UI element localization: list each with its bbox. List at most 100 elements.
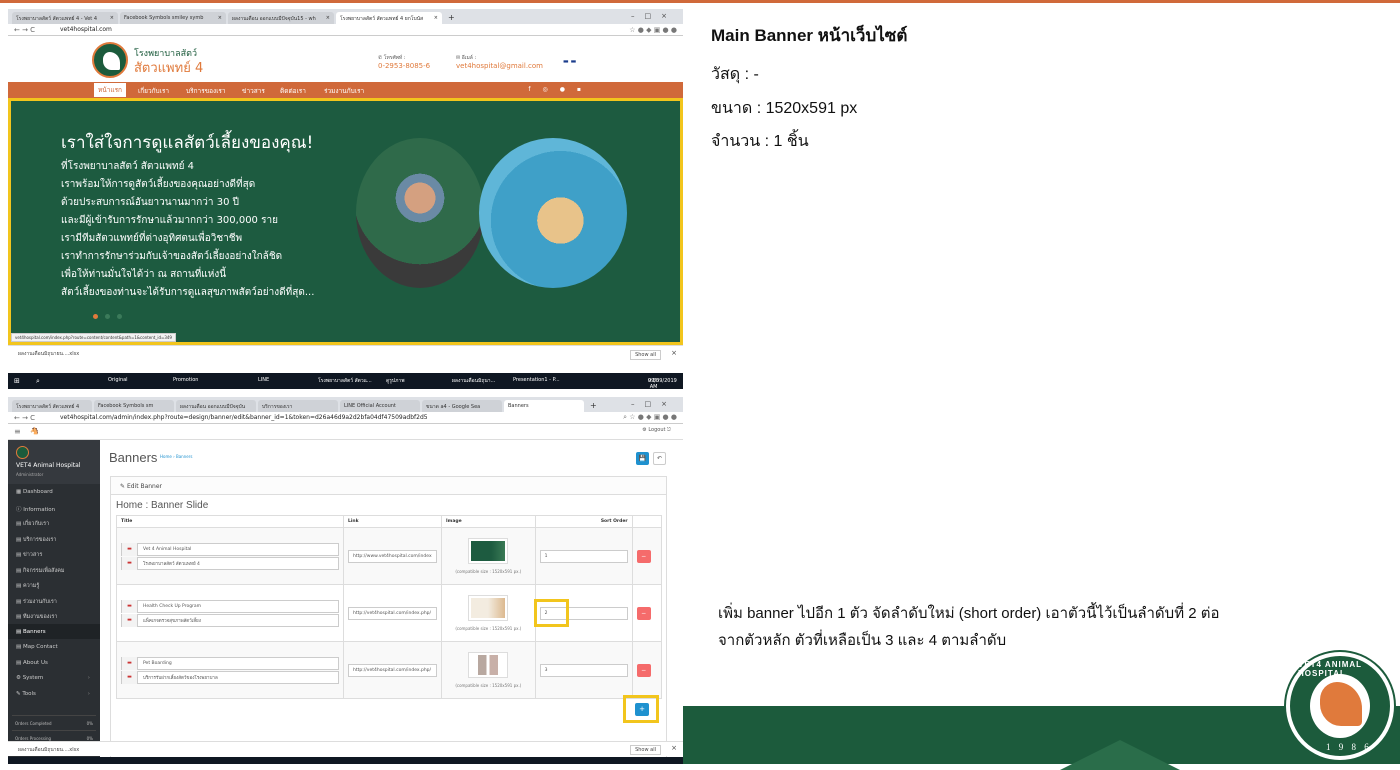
sidebar-item[interactable]: ▤ Banners [8,623,100,639]
taskbar-item[interactable]: โรงพยาบาลสัตว์ สัตวแ... [318,377,372,385]
new-tab-icon[interactable]: + [444,13,459,24]
nav-services[interactable]: บริการของเรา [186,86,226,96]
breadcrumb[interactable]: Home › Banners [160,454,192,459]
browser-tab[interactable]: โรงพยาบาลสัตว์ สัตวแพทย์ 4 [12,400,92,412]
sidebar-item-label: ร่วมงานกับเรา [22,598,57,605]
remove-button[interactable]: − [636,606,651,620]
remove-button[interactable]: − [636,663,651,677]
social-icons[interactable]: f◎●▪ [528,86,593,93]
taskbar-item[interactable]: Presentation1 - P... [513,377,560,383]
vet4-logo: VET4 ANIMAL HOSPITAL 1 9 8 6 [1286,652,1394,760]
nav-news[interactable]: ข่าวสาร [242,86,265,96]
carousel-dot[interactable] [105,314,110,319]
language-flags[interactable]: ▬ ▬ [563,58,576,65]
nav-careers[interactable]: ร่วมงานกับเรา [324,86,364,96]
banner-thumbnail[interactable] [468,538,509,564]
browser-tab[interactable]: LINE Official Account [340,400,420,412]
back-button[interactable]: ↶ [653,452,666,465]
banner-table: Title Link Image Sort Order ▬ Vet 4 Anima… [116,515,663,699]
windows-start-icon[interactable]: ⊞ [14,377,20,385]
sidebar-item[interactable]: ▤ บริการของเรา [8,531,100,547]
sidebar-item[interactable]: ▦ Dashboard [8,484,100,500]
close-icon[interactable]: × [671,349,677,357]
address-bar: ← → C vet4hospital.com/admin/index.php?r… [8,412,683,424]
browser-tab[interactable]: Facebook Symbols sm [94,400,174,412]
taskbar-item[interactable]: Promotion [173,377,198,383]
taskbar-item[interactable]: ผลงานเดือนมิถุนา... [452,377,495,385]
link-input[interactable]: http://www.vet4hospital.com/index [348,549,437,563]
new-tab-icon[interactable]: + [586,401,601,412]
title-en-input[interactable]: ▬ Health Check Up Program [121,599,339,613]
sidebar-item[interactable]: ▤ ความรู้ [8,577,100,593]
nav-arrows-icon[interactable]: ← → C [14,26,60,34]
browser-tab[interactable]: บริการของเรา [258,400,338,412]
url-field[interactable]: vet4hospital.com/admin/index.php?route=d… [60,414,623,421]
site-logo[interactable] [92,42,128,78]
sidebar-item[interactable]: ✎ Tools › [8,686,100,702]
nav-arrows-icon[interactable]: ← → C [14,414,60,422]
sort-order-input[interactable]: 1 [539,549,628,563]
sidebar-icon: ▤ [16,552,22,558]
title-th-input[interactable]: ▬ โรงพยาบาลสัตว์ สัตวแพทย์ 4 [121,556,339,570]
download-file[interactable]: ผลงานเดือนมิถุนายน....xlsx [18,746,79,754]
sidebar-item[interactable]: ⓘ Information [8,500,100,516]
show-all-button[interactable]: Show all [630,745,661,755]
flag-th-icon: ▬ [122,613,138,627]
browser-tab[interactable]: ขนาด a4 - Google Sea [422,400,502,412]
remove-button[interactable]: − [636,549,651,563]
browser-tab[interactable]: โรงพยาบาลสัตว์ สัตวแพทย์ 4 - Vet 4 × [12,12,118,24]
sidebar-item[interactable]: ▤ Map Contact [8,639,100,655]
link-cell: http://vet4hospital.com/index.php/ [343,584,442,642]
taskbar-item[interactable]: LINE [258,377,269,383]
sidebar-item[interactable]: ▤ ร่วมงานกับเรา [8,593,100,609]
title-en-input[interactable]: ▬ Vet 4 Animal Hospital [121,542,339,556]
url-field[interactable]: vet4hospital.com [60,26,629,33]
sidebar-item[interactable]: ▤ ทีมงานของเรา [8,608,100,624]
sort-order-input[interactable]: 3 [539,663,628,677]
save-button[interactable]: 💾 [636,452,649,465]
extension-icons[interactable]: ⌕ ☆ ● ◆ ▣ ● ● [623,413,677,422]
browser-tab-active[interactable]: Banners [504,400,584,412]
carousel-dots[interactable] [93,312,129,321]
address-bar: ← → C vet4hospital.com ☆ ● ◆ ▣ ● ● [8,24,683,36]
download-file[interactable]: ผลงานเดือนมิถุนายน....xlsx [18,350,79,358]
nav-about[interactable]: เกี่ยวกับเรา [138,86,169,96]
taskbar-item[interactable]: ดูรูปภาพ [386,377,405,385]
sidebar-item[interactable]: ▤ เกี่ยวกับเรา [8,515,100,531]
phone-number[interactable]: 0-2953-8085-6 [378,62,430,70]
menu-icon[interactable]: ≡ [14,427,21,436]
add-banner-button[interactable]: + [635,703,649,716]
avatar[interactable] [16,446,29,459]
link-input[interactable]: http://vet4hospital.com/index.php/ [348,663,437,677]
browser-tab[interactable]: ผลงานเดือน ออกแบบมีปัจจุบัน [176,400,256,412]
sidebar-item[interactable]: ▤ ข่าวสาร [8,546,100,562]
sidebar-item[interactable]: ▤ กิจกรรมเพื่อสังคม [8,562,100,578]
email-address[interactable]: vet4hospital@gmail.com [456,62,543,70]
browser-tab-active[interactable]: โรงพยาบาลสัตว์ สัตวแพทย์ 4 ยกโบนัส × [336,12,442,24]
browser-tab[interactable]: ผลงานเดือน ออกแบบมีปัจจุบัน15 - wh × [228,12,334,24]
nav-home[interactable]: หน้าแรก [94,83,126,97]
carousel-dot[interactable] [93,314,98,319]
title-en-input[interactable]: ▬ Pet Boarding [121,656,339,670]
window-controls[interactable]: –□× [631,12,677,20]
taskbar-item[interactable]: Original [108,377,128,383]
logout-link[interactable]: ⚙ Logout ⎋ [642,427,671,433]
nav-contact[interactable]: ติดต่อเรา [280,86,306,96]
link-input[interactable]: http://vet4hospital.com/index.php/ [348,606,437,620]
banner-thumbnail[interactable] [468,595,509,621]
sidebar-icon: ▤ [16,567,22,574]
search-icon[interactable]: ⌕ [36,377,40,386]
sidebar-item[interactable]: ▤ About Us [8,655,100,671]
banner-thumbnail[interactable] [468,652,509,678]
close-icon[interactable]: × [671,744,677,752]
sidebar-item[interactable]: ⚙ System › [8,670,100,686]
title-th-input[interactable]: ▬ แพ็คเกจตรวจสุขภาพสัตว์เลี้ยง [121,613,339,627]
title-th-input[interactable]: ▬ บริการรับฝากเลี้ยงสัตว์ของโรงพยาบาล [121,670,339,684]
browser-tab[interactable]: Facebook Symbols smiley symb × [120,12,226,24]
show-all-button[interactable]: Show all [630,350,661,360]
window-controls[interactable]: –□× [631,400,677,408]
extension-icons[interactable]: ☆ ● ◆ ▣ ● ● [629,26,677,34]
admin-logo[interactable]: 🐴 [30,427,39,435]
sidebar-item-label: Banners [22,628,46,635]
carousel-dot[interactable] [117,314,122,319]
